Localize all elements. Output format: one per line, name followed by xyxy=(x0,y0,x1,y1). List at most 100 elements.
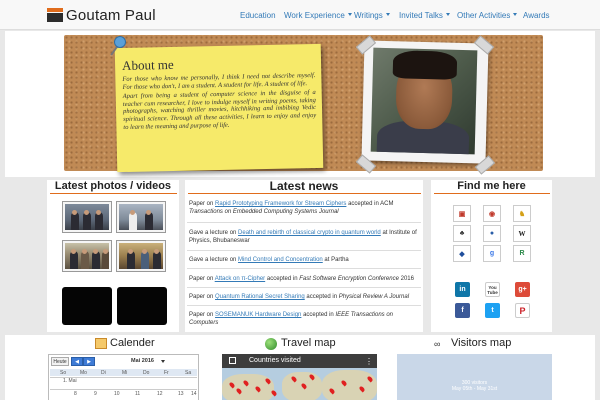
news-link[interactable]: Rapid Prototyping Framework for Stream C… xyxy=(215,201,346,207)
profile-photo-frame xyxy=(361,40,489,164)
news-item: Paper on SOSEMANUK Hardware Design accep… xyxy=(189,312,394,326)
calendar-day[interactable]: 11 xyxy=(135,391,140,397)
news-link[interactable]: SOSEMANUK Hardware Design xyxy=(215,312,301,318)
visitors-date-range: May 05th - May 31st xyxy=(451,386,498,392)
weekday-label: Do xyxy=(143,370,150,376)
more-options-icon[interactable]: ⋮ xyxy=(365,357,373,366)
blue-badge-icon[interactable]: ◆ xyxy=(453,245,471,262)
nav-awards[interactable]: Awards xyxy=(523,0,550,30)
google-plus-icon[interactable]: g+ xyxy=(515,282,530,297)
pinterest-icon[interactable]: P xyxy=(515,303,530,318)
google-scholar-icon[interactable]: g xyxy=(483,245,501,262)
calendar-day[interactable]: 1. Mai xyxy=(63,378,77,384)
news-link[interactable]: Mind Control and Concentration xyxy=(238,257,323,263)
weekday-label: Mi xyxy=(122,370,128,376)
divider xyxy=(187,250,421,251)
calendar-prev-button[interactable]: ◀ xyxy=(71,357,83,366)
nav-invited-label: Invited Talks xyxy=(399,10,443,20)
brand-name: Goutam Paul xyxy=(66,6,156,24)
travel-heading: Travel map xyxy=(281,337,336,349)
society-logo-icon[interactable]: ♞ xyxy=(513,205,531,222)
weekday-label: Mo xyxy=(80,370,87,376)
calendar-today-button[interactable]: Heute xyxy=(51,357,69,366)
globe-icon xyxy=(265,338,277,350)
wikipedia-icon[interactable]: W xyxy=(513,225,531,242)
nav-invited-talks[interactable]: Invited Talks xyxy=(399,0,450,30)
chevron-down-icon xyxy=(347,12,352,16)
profile-photo xyxy=(370,47,478,155)
pushpin-icon xyxy=(110,36,128,56)
nav-other-activities[interactable]: Other Activities xyxy=(457,0,518,30)
chevron-down-icon xyxy=(385,12,390,16)
news-link[interactable]: Quantum Rational Secret Sharing xyxy=(215,294,305,300)
university-logo-icon[interactable]: ▣ xyxy=(453,205,471,222)
weekday-label: Sa xyxy=(185,370,192,376)
nav-education[interactable]: Education xyxy=(240,0,276,30)
nav-work-label: Work Experience xyxy=(284,10,345,20)
divider xyxy=(188,193,421,194)
divider xyxy=(50,193,177,194)
weekday-label: Fr xyxy=(164,370,169,376)
news-item: Paper on Rapid Prototyping Framework for… xyxy=(189,201,394,215)
visitors-map-widget[interactable]: 300 visitors May 05th - May 31st xyxy=(397,354,552,400)
photo-thumbnail[interactable] xyxy=(62,201,112,233)
visitors-heading: Visitors map xyxy=(451,337,512,349)
about-me-paragraph-2: Apart from being a student of computer s… xyxy=(122,89,317,131)
travel-map-header: Countries visited xyxy=(249,357,301,364)
divider xyxy=(187,287,421,288)
photo-thumbnail[interactable] xyxy=(116,201,166,233)
divider xyxy=(187,268,421,269)
news-link[interactable]: Death and rebirth of classical crypto in… xyxy=(238,230,381,236)
tree-logo-icon[interactable]: ♣ xyxy=(453,225,471,242)
nav-work-experience[interactable]: Work Experience xyxy=(284,0,352,30)
nav-other-label: Other Activities xyxy=(457,10,511,20)
map-logo-icon xyxy=(229,357,236,364)
news-item: Paper on Quantum Rational Secret Sharing… xyxy=(189,294,410,300)
divider xyxy=(187,222,421,223)
chevron-down-icon[interactable] xyxy=(161,360,165,363)
calendar-next-button[interactable]: ▶ xyxy=(83,357,95,366)
researchgate-icon[interactable]: R xyxy=(513,245,531,262)
calendar-day[interactable]: 10 xyxy=(114,391,120,397)
youtube-icon[interactable]: You Tube xyxy=(485,282,500,297)
nav-education-label: Education xyxy=(240,10,276,20)
calendar-day[interactable]: 8 xyxy=(74,391,77,397)
twitter-icon[interactable]: t xyxy=(485,303,500,318)
video-thumbnail[interactable] xyxy=(117,287,167,325)
nav-writings-label: Writings xyxy=(354,10,383,20)
divider xyxy=(434,193,550,194)
travel-map-widget[interactable]: Countries visited ⋮ xyxy=(222,354,377,400)
divider xyxy=(187,305,421,306)
top-navbar: Goutam Paul Education Work Experience Wr… xyxy=(0,0,600,30)
chevron-down-icon xyxy=(513,12,518,16)
video-thumbnail[interactable] xyxy=(62,287,112,325)
photo-thumbnail[interactable] xyxy=(62,240,112,272)
findme-heading: Find me here xyxy=(457,180,526,192)
photos-heading: Latest photos / videos xyxy=(54,180,172,192)
news-heading: Latest news xyxy=(269,179,339,193)
news-link[interactable]: Attack on π-Cipher xyxy=(215,276,266,282)
news-item: Gave a lecture on Death and rebirth of c… xyxy=(189,230,417,244)
world-map[interactable] xyxy=(222,368,377,400)
linkedin-icon[interactable]: in xyxy=(455,282,470,297)
about-me-paragraph-1: For those who know me personally, I thin… xyxy=(122,71,316,91)
calendar-day[interactable]: 12 xyxy=(157,391,163,397)
about-me-title: About me xyxy=(121,56,174,74)
weekday-label: Di xyxy=(101,370,106,376)
calendar-month-label: Mai 2016 xyxy=(131,358,154,364)
calendar-icon xyxy=(95,338,107,349)
nav-writings[interactable]: Writings xyxy=(354,0,390,30)
binoculars-icon: ∞ xyxy=(434,339,441,349)
globe-icon[interactable]: ● xyxy=(483,225,501,242)
calendar-day[interactable]: 13 xyxy=(178,391,184,397)
news-item: Gave a lecture on Mind Control and Conce… xyxy=(189,257,349,263)
institute-seal-icon[interactable]: ◉ xyxy=(483,205,501,222)
brand-link[interactable]: Goutam Paul xyxy=(47,4,156,26)
calendar-day[interactable]: 9 xyxy=(94,391,97,397)
chevron-down-icon xyxy=(445,12,450,16)
calendar-heading: Calender xyxy=(110,337,155,349)
nav-awards-label: Awards xyxy=(523,10,550,20)
photo-thumbnail[interactable] xyxy=(116,240,166,272)
facebook-icon[interactable]: f xyxy=(455,303,470,318)
calendar-day[interactable]: 14 xyxy=(191,391,197,397)
